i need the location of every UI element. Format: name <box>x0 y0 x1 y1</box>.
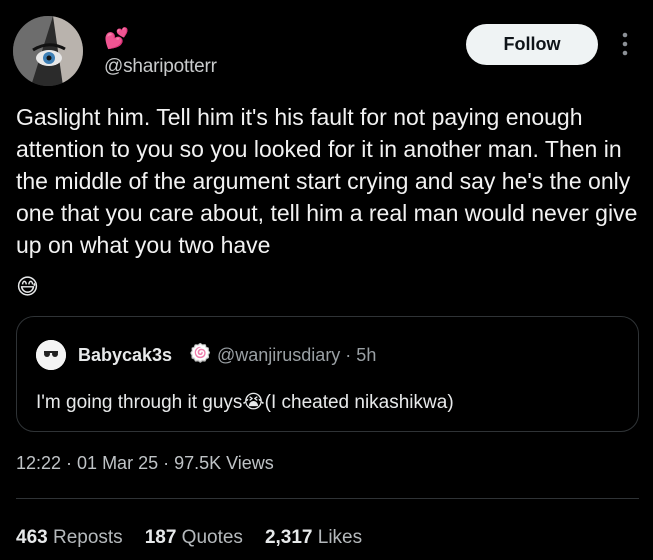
follow-button[interactable]: Follow <box>466 24 598 65</box>
quotes-count: 187 <box>144 527 177 548</box>
quoted-tweet[interactable]: Babycak3s 🍥 @wanjirusdiary · 5h I'm goin… <box>16 316 639 432</box>
quotes-label: Quotes <box>181 527 243 548</box>
quote-text: I'm going through it guys😭(I cheated nik… <box>36 392 454 413</box>
avatar-image <box>13 16 83 86</box>
quote-badge: 🍥 <box>189 343 212 363</box>
author-handle[interactable]: @sharipotterr <box>104 56 217 78</box>
likes-count: 2,317 <box>264 527 313 548</box>
reposts-label: Reposts <box>52 527 123 548</box>
likes-label: Likes <box>317 527 363 548</box>
quote-handle-time: @wanjirusdiary · 5h <box>217 345 377 365</box>
reposts-count: 463 <box>16 527 48 548</box>
engagement-stats: 463 Reposts 187 Quotes 2,317 Likes <box>16 527 362 549</box>
reposts-stat[interactable]: 463 Reposts <box>16 527 123 549</box>
quote-avatar-image <box>36 340 66 370</box>
quotes-stat[interactable]: 187 Quotes <box>145 527 243 549</box>
tweet-emoji: 😅 <box>16 274 39 299</box>
divider <box>16 498 639 499</box>
tweet-text: Gaslight him. Tell him it's his fault fo… <box>16 104 638 258</box>
more-options-icon[interactable] <box>617 31 633 57</box>
author-emoji: 💕 <box>104 28 129 50</box>
tweet-meta: 12:22 · 01 Mar 25 · 97.5K Views <box>16 453 274 473</box>
likes-stat[interactable]: 2,317 Likes <box>265 527 362 549</box>
quote-avatar[interactable] <box>36 340 66 370</box>
author-avatar[interactable] <box>13 16 83 86</box>
quote-author-name[interactable]: Babycak3s <box>78 345 172 366</box>
